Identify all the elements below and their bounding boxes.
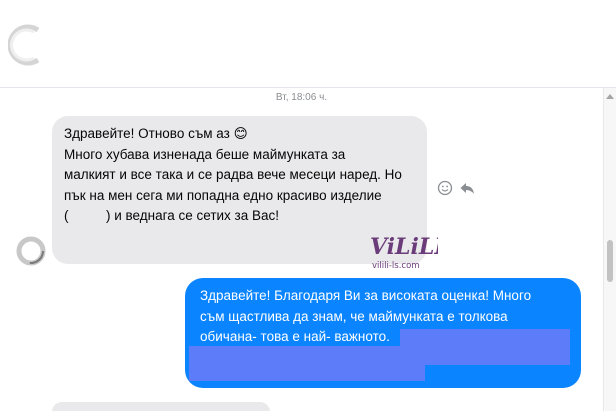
- outgoing-line: Здравейте! Благодаря Ви за високата оцен…: [200, 288, 532, 303]
- next-incoming-message[interactable]: [52, 402, 270, 411]
- contact-avatar[interactable]: [16, 236, 46, 266]
- redaction-block: [189, 346, 425, 381]
- watermark-logo: ViLiLL vilili-ls.com: [364, 228, 450, 274]
- message-actions: [437, 180, 477, 198]
- reply-icon[interactable]: [459, 180, 477, 198]
- message-thread[interactable]: Вт, 18:06 ч. Здравейте! Отново съм аз 😊 …: [0, 88, 603, 411]
- contact-avatar-icon[interactable]: [8, 24, 46, 66]
- incoming-line: Много хубава изненада беше маймунката за: [64, 146, 346, 162]
- incoming-line: малкият и все така и се радва вече месец…: [64, 167, 402, 182]
- scroll-up-arrow-icon[interactable]: [606, 94, 614, 99]
- watermark-domain: vilili-ls.com: [372, 261, 420, 271]
- react-icon[interactable]: [437, 180, 455, 198]
- chat-header: [0, 0, 616, 88]
- chat-scrollbar[interactable]: [603, 88, 616, 411]
- watermark-name: ViLiLL: [370, 234, 438, 260]
- outgoing-line: обичана- това е най- важното.: [200, 329, 390, 344]
- incoming-line: пък на мен сега ми попадна едно красиво …: [64, 187, 382, 203]
- incoming-line: Здравейте! Отново съм аз 😊: [64, 126, 248, 141]
- outgoing-line: съм щастлива да знам, че маймунката е то…: [200, 308, 508, 324]
- incoming-line: ( ) и веднага се сетих за Вас!: [64, 208, 280, 223]
- scrollbar-thumb[interactable]: [607, 240, 613, 282]
- message-timestamp: Вт, 18:06 ч.: [275, 92, 328, 103]
